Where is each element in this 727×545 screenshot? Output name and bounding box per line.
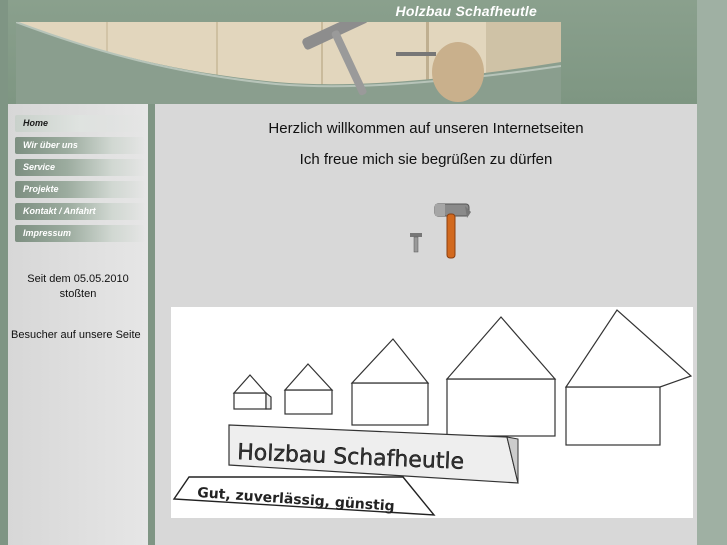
nav-item-home[interactable]: Home (15, 115, 145, 132)
counter-since-text-2: stoßten (59, 288, 97, 300)
page: Holzbau Schafheutle Home Wir über uns Se… (0, 0, 727, 545)
welcome-heading: Herzlich willkommen auf unseren Internet… (268, 120, 584, 137)
nav-item-service[interactable]: Service (15, 159, 145, 176)
nail-icon (410, 233, 422, 253)
header: Holzbau Schafheutle (8, 0, 697, 104)
nav-item-kontakt[interactable]: Kontakt / Anfahrt (15, 203, 145, 220)
nav-item-impressum[interactable]: Impressum (15, 225, 145, 242)
counter-since-text: Seit dem 05.05.2010 (27, 273, 129, 285)
nav-item-projekte[interactable]: Projekte (15, 181, 145, 198)
hammer-banner-icon (16, 22, 561, 104)
right-border (697, 0, 727, 545)
header-banner-image (16, 22, 561, 104)
house-icon: Holzbau Schafheutle Gut, zuverlässig, gü… (172, 309, 693, 516)
nav-item-wir-ueber-uns[interactable]: Wir über uns (15, 137, 145, 154)
company-logo: Holzbau Schafheutle Gut, zuverlässig, gü… (171, 307, 693, 518)
main-content: Herzlich willkommen auf unseren Internet… (155, 104, 697, 545)
site-title: Holzbau Schafheutle (395, 3, 537, 19)
hammer-icon (410, 203, 471, 259)
sidebar: Home Wir über uns Service Projekte Konta… (8, 104, 148, 545)
welcome-subheading: Ich freue mich sie begrüßen zu dürfen (299, 151, 553, 168)
visitor-counter-label: Besucher auf unsere Seite (11, 329, 141, 341)
